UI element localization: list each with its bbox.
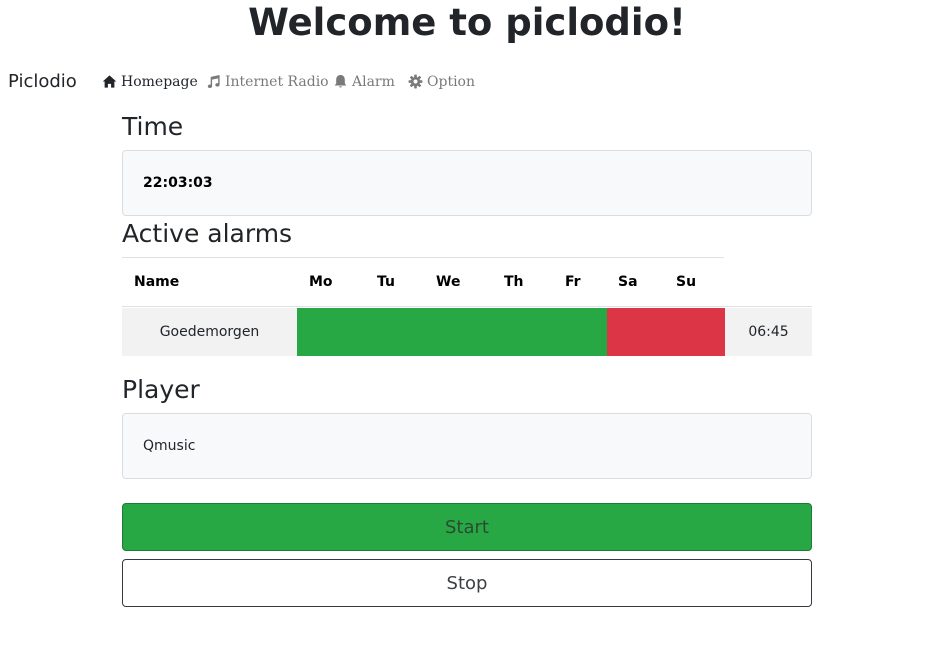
column-header-tu: Tu — [377, 274, 395, 290]
column-header-name: Name — [134, 274, 180, 290]
table-row[interactable]: Goedemorgen 06:45 — [122, 308, 812, 356]
alarm-time: 06:45 — [748, 324, 789, 340]
start-button[interactable]: Start — [122, 503, 812, 551]
alarms-table: Name Mo Tu We Th Fr Sa Su Goedemorgen 06… — [122, 257, 812, 357]
column-header-th: Th — [504, 274, 524, 290]
gear-icon — [408, 74, 424, 90]
stop-button[interactable]: Stop — [122, 559, 812, 607]
nav-item-label: Alarm — [352, 74, 395, 90]
current-station: Qmusic — [143, 438, 196, 454]
home-icon — [102, 74, 118, 90]
nav-item-alarm[interactable]: Alarm — [333, 72, 395, 92]
navbar: Piclodio Homepage Internet Radio Alarm O… — [0, 66, 925, 98]
alarm-name: Goedemorgen — [159, 324, 260, 340]
alarm-weekdays-enabled — [297, 308, 607, 356]
table-top-border — [122, 257, 724, 258]
table-header-border — [122, 306, 812, 307]
nav-item-homepage[interactable]: Homepage — [102, 72, 198, 92]
time-heading: Time — [122, 112, 184, 141]
bell-icon — [333, 74, 349, 90]
active-alarms-heading: Active alarms — [122, 219, 293, 248]
column-header-fr: Fr — [565, 274, 581, 290]
nav-item-label: Internet Radio — [225, 74, 329, 90]
column-header-sa: Sa — [618, 274, 638, 290]
current-time: 22:03:03 — [143, 175, 213, 191]
player-heading: Player — [122, 375, 200, 404]
nav-item-option[interactable]: Option — [408, 72, 475, 92]
navbar-brand[interactable]: Piclodio — [8, 70, 77, 94]
column-header-we: We — [436, 274, 461, 290]
column-header-mo: Mo — [309, 274, 333, 290]
music-icon — [206, 74, 222, 90]
player-card: Qmusic — [122, 413, 812, 479]
time-card: 22:03:03 — [122, 150, 812, 216]
nav-item-internet-radio[interactable]: Internet Radio — [206, 72, 329, 92]
nav-item-label: Homepage — [121, 74, 198, 90]
page-title: Welcome to piclodio! — [248, 1, 686, 44]
alarm-weekend-disabled — [607, 308, 725, 356]
nav-item-label: Option — [427, 74, 475, 90]
column-header-su: Su — [676, 274, 697, 290]
